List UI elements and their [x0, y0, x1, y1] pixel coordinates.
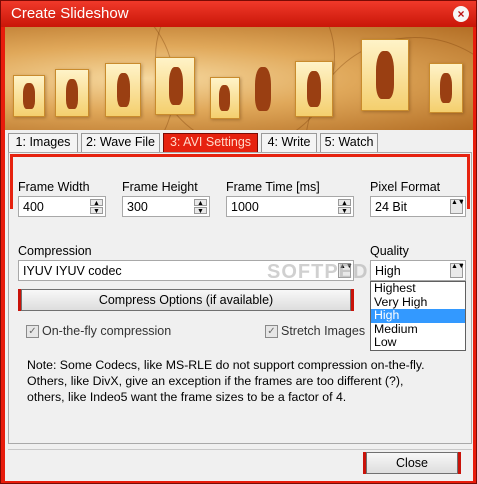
frame-time-label: Frame Time [ms]	[226, 180, 320, 194]
on-the-fly-label: On-the-fly compression	[42, 324, 172, 338]
pixel-format-select[interactable]: 24 Bit ▲▼	[370, 196, 466, 217]
pixel-format-label: Pixel Format	[370, 180, 441, 194]
quality-label: Quality	[370, 244, 409, 258]
spin-up-icon[interactable]: ▲	[90, 199, 103, 207]
tab-wave-file[interactable]: 2: Wave File	[81, 133, 160, 152]
runner-figure	[169, 67, 183, 105]
quality-option-high[interactable]: High	[371, 309, 465, 323]
note-line: Others, like DivX, give an exception if …	[27, 374, 404, 388]
spin-down-icon[interactable]: ▼	[90, 207, 103, 215]
on-the-fly-checkbox[interactable]: ✓	[26, 325, 39, 338]
frame-time-value: 1000	[231, 200, 259, 214]
runner-figure	[440, 73, 452, 103]
button-accent-right	[351, 289, 354, 311]
avi-settings-panel: Frame Width 400 ▲ ▼ Frame Height 300 ▲ ▼…	[8, 152, 472, 444]
runner-figure	[219, 85, 230, 111]
compression-value: IYUV IYUV codec	[23, 264, 122, 278]
spin-down-icon[interactable]: ▼	[194, 207, 207, 215]
chevron-down-icon[interactable]: ▲▼	[450, 263, 465, 278]
pixel-format-value: 24 Bit	[375, 200, 407, 214]
quality-option-highest[interactable]: Highest	[371, 282, 465, 296]
runner-figure	[307, 71, 321, 107]
tab-write[interactable]: 4: Write	[261, 133, 317, 152]
quality-dropdown-list: Highest Very High High Medium Low	[370, 281, 466, 351]
client-area: 1: Images 2: Wave File 3: AVI Settings 4…	[5, 27, 473, 481]
codec-note: Note: Some Codecs, like MS-RLE do not su…	[27, 357, 467, 405]
frame-height-spin-buttons[interactable]: ▲ ▼	[194, 199, 207, 215]
stretch-images-label: Stretch Images	[281, 324, 366, 338]
note-line: Note: Some Codecs, like MS-RLE do not su…	[27, 358, 425, 372]
quality-select[interactable]: High ▲▼	[370, 260, 466, 281]
frame-time-spinner[interactable]: 1000 ▲ ▼	[226, 196, 354, 217]
dialog-footer: Close	[8, 449, 472, 479]
title-bar[interactable]: Create Slideshow ×	[1, 1, 476, 27]
frame-width-spin-buttons[interactable]: ▲ ▼	[90, 199, 103, 215]
close-window-icon[interactable]: ×	[453, 6, 469, 22]
compress-options-button[interactable]: Compress Options (if available)	[21, 289, 351, 311]
frame-height-label: Frame Height	[122, 180, 198, 194]
panel-accent-top	[10, 154, 470, 157]
create-slideshow-window: Create Slideshow × 1: Images 2: Wave Fil…	[0, 0, 477, 484]
spin-up-icon[interactable]: ▲	[194, 199, 207, 207]
panel-accent-right	[467, 154, 470, 209]
frame-width-value: 400	[23, 200, 44, 214]
runner-figure	[117, 73, 130, 107]
quality-option-very-high[interactable]: Very High	[371, 295, 465, 310]
button-accent-right	[458, 452, 461, 474]
runner-figure	[255, 67, 271, 111]
frame-width-label: Frame Width	[18, 180, 90, 194]
compression-label: Compression	[18, 244, 92, 258]
footer-divider	[8, 449, 472, 450]
runner-figure	[23, 83, 35, 109]
banner-image	[5, 27, 473, 130]
quality-option-low[interactable]: Low	[371, 336, 465, 350]
note-line: others, like Indeo5 want the frame sizes…	[27, 390, 347, 404]
frame-height-spinner[interactable]: 300 ▲ ▼	[122, 196, 210, 217]
quality-value: High	[375, 264, 401, 278]
tab-watch[interactable]: 5: Watch	[320, 133, 378, 152]
tab-avi-settings[interactable]: 3: AVI Settings	[163, 133, 258, 152]
spin-up-icon[interactable]: ▲	[338, 199, 351, 207]
frame-height-value: 300	[127, 200, 148, 214]
close-button[interactable]: Close	[366, 452, 458, 474]
runner-figure	[66, 79, 78, 109]
panel-accent-left	[10, 154, 13, 209]
frame-width-spinner[interactable]: 400 ▲ ▼	[18, 196, 106, 217]
chevron-down-icon[interactable]: ▲▼	[450, 199, 465, 214]
tab-images[interactable]: 1: Images	[8, 133, 78, 152]
quality-option-medium[interactable]: Medium	[371, 322, 465, 337]
spin-down-icon[interactable]: ▼	[338, 207, 351, 215]
window-title: Create Slideshow	[11, 5, 129, 22]
stretch-images-checkbox[interactable]: ✓	[265, 325, 278, 338]
runner-figure	[376, 51, 394, 99]
frame-time-spin-buttons[interactable]: ▲ ▼	[338, 199, 351, 215]
